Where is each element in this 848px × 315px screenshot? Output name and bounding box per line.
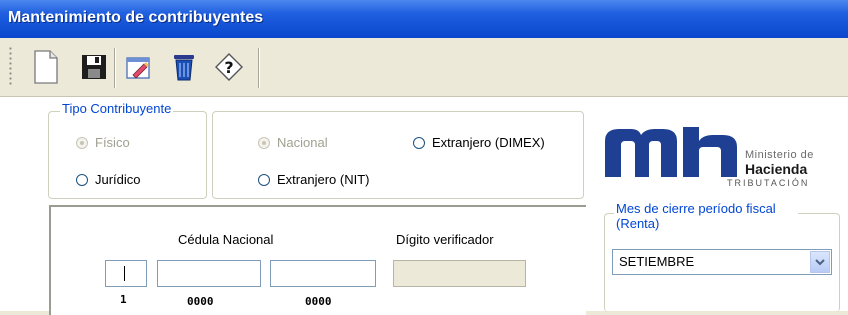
help-icon: ? [215, 53, 243, 81]
radio-extranjero-dimex[interactable]: Extranjero (DIMEX) [413, 135, 545, 150]
radio-dot [258, 173, 270, 186]
save-button[interactable] [78, 44, 110, 90]
cedula-label: Cédula Nacional [178, 232, 274, 247]
dropdown-arrow-button[interactable] [810, 251, 830, 273]
radio-fisico-label: Físico [95, 135, 130, 150]
radio-dot [258, 136, 270, 149]
save-icon [82, 55, 106, 79]
radio-extranjero-nit[interactable]: Extranjero (NIT) [258, 172, 369, 187]
delete-button[interactable] [168, 44, 200, 90]
delete-icon [174, 55, 194, 81]
window-title: Mantenimiento de contribuyentes [0, 0, 848, 38]
hint-tomo: 0000 [187, 295, 214, 308]
digito-label: Dígito verificador [396, 232, 494, 247]
toolbar: ? [0, 38, 848, 97]
identificacion-panel: Cédula Nacional Dígito verificador 1 000… [49, 205, 586, 315]
logo-line2: Hacienda [745, 161, 808, 177]
radio-nacional[interactable]: Nacional [258, 135, 328, 150]
radio-fisico[interactable]: Físico [76, 135, 130, 150]
tipo-contribuyente-legend: Tipo Contribuyente [60, 101, 174, 116]
chevron-down-icon [815, 259, 825, 266]
cedula-provincia-input[interactable] [105, 260, 147, 287]
toolbar-separator [114, 48, 116, 88]
hint-provincia: 1 [120, 293, 127, 306]
edit-button[interactable] [122, 44, 154, 90]
radio-dot [76, 173, 88, 186]
radio-extranjero-dimex-label: Extranjero (DIMEX) [432, 135, 545, 150]
new-document-icon [34, 50, 58, 84]
new-button[interactable] [30, 44, 62, 90]
cedula-tomo-input[interactable] [157, 260, 261, 287]
mes-cierre-value: SETIEMBRE [619, 254, 695, 269]
edit-icon [126, 57, 150, 79]
text-caret [124, 266, 125, 281]
logo-line3: TRIBUTACIÓN [727, 178, 810, 188]
hacienda-logo: Ministerio de Hacienda TRIBUTACIÓN [605, 127, 845, 188]
radio-juridico[interactable]: Jurídico [76, 172, 141, 187]
toolbar-grip[interactable] [9, 46, 12, 86]
radio-dot [76, 136, 88, 149]
radio-nacional-label: Nacional [277, 135, 328, 150]
hint-asiento: 0000 [305, 295, 332, 308]
radio-dot [413, 136, 425, 149]
help-button[interactable]: ? [213, 44, 245, 90]
toolbar-separator [258, 48, 260, 88]
mes-cierre-legend: Mes de cierre período fiscal (Renta) [614, 201, 798, 231]
logo-line1: Ministerio de [745, 149, 814, 161]
mes-cierre-select[interactable]: SETIEMBRE [612, 249, 832, 275]
mh-logo-mark [605, 127, 737, 177]
cedula-asiento-input[interactable] [270, 260, 376, 287]
main-panel: Tipo Contribuyente Físico Jurídico Nacio… [0, 97, 848, 315]
svg-text:?: ? [224, 58, 233, 77]
radio-juridico-label: Jurídico [95, 172, 141, 187]
digito-verificador-input [393, 260, 526, 287]
radio-extranjero-nit-label: Extranjero (NIT) [277, 172, 370, 187]
